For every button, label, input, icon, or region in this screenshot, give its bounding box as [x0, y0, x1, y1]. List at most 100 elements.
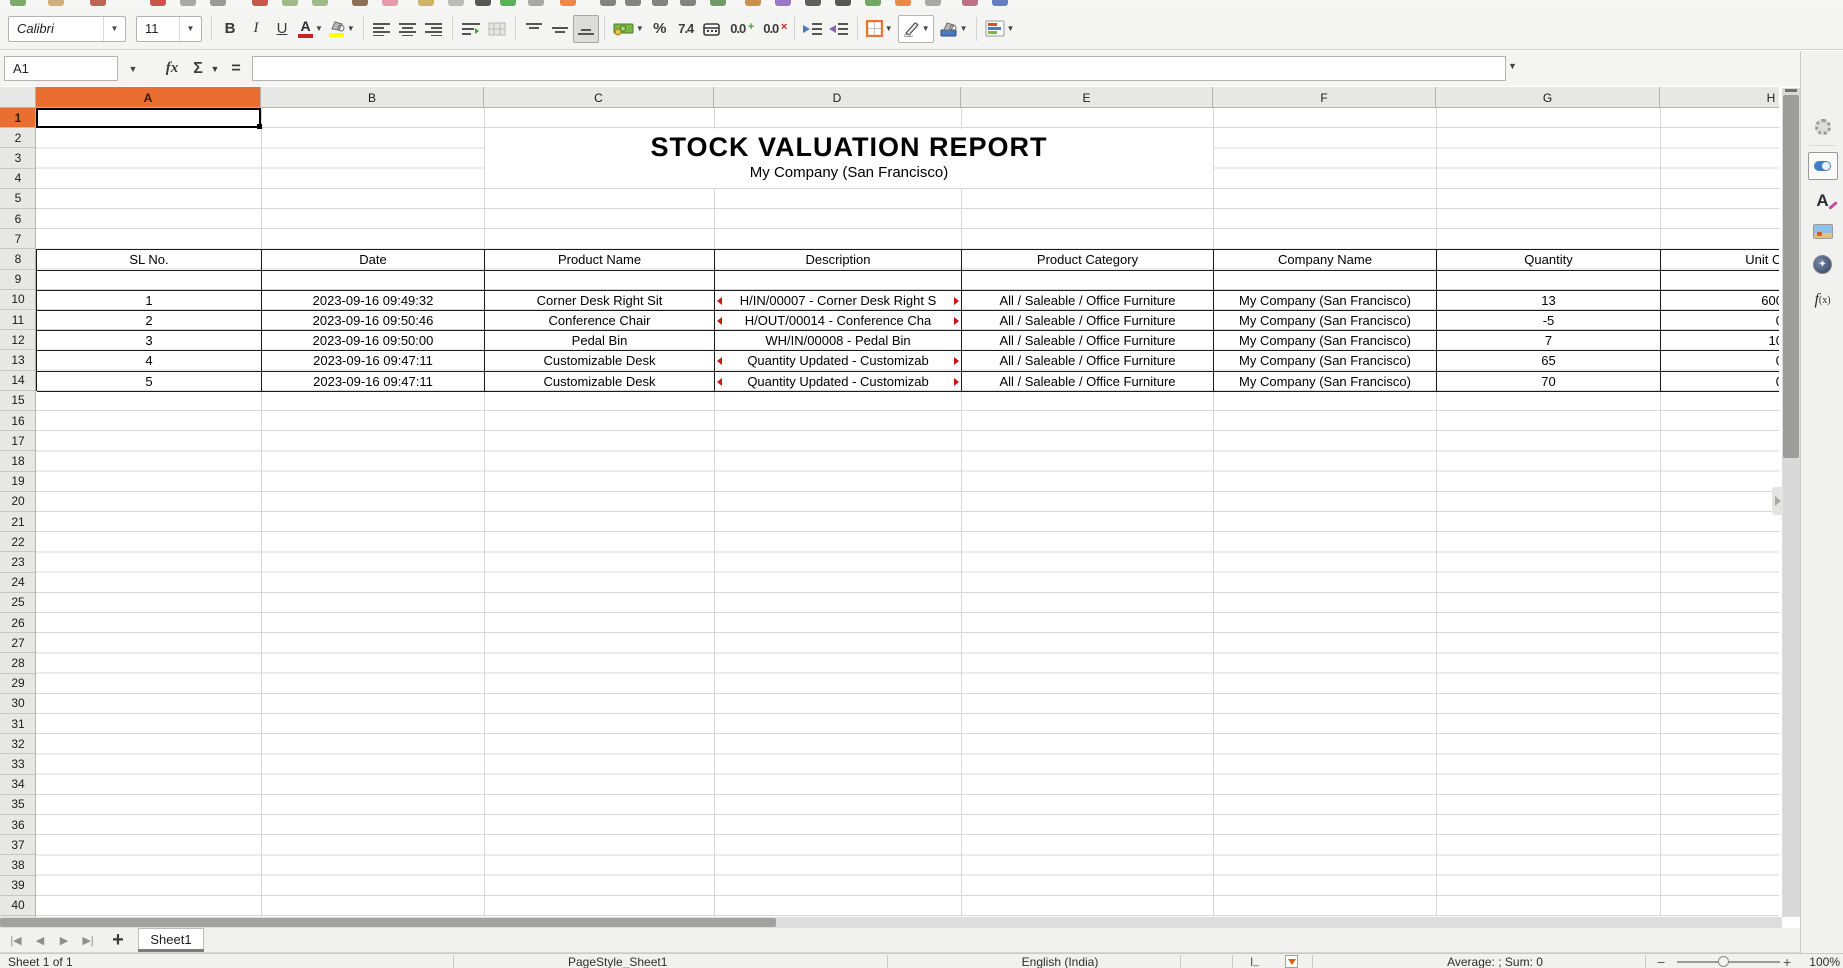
empty-cell[interactable]	[962, 271, 1214, 291]
table-data-cell[interactable]: 1	[37, 291, 262, 311]
table-header-cell[interactable]: Unit Cost	[1661, 250, 1779, 270]
zoom-level-status[interactable]: 100%	[1800, 954, 1840, 968]
table-data-cell[interactable]: Customizable Desk	[485, 351, 715, 371]
table-data-cell[interactable]: 4	[37, 351, 262, 371]
split-window-handle[interactable]	[1785, 89, 1797, 92]
format-number-button[interactable]: 7.4	[673, 15, 699, 43]
table-data-cell[interactable]: 600	[1661, 291, 1779, 311]
row-header-38[interactable]: 38	[0, 855, 36, 875]
table-data-cell[interactable]: My Company (San Francisco)	[1214, 331, 1437, 351]
table-data-cell[interactable]: 2023-09-16 09:49:32	[262, 291, 485, 311]
formula-input[interactable]	[252, 56, 1506, 81]
table-header-cell[interactable]: Description	[715, 250, 962, 270]
table-data-cell[interactable]: My Company (San Francisco)	[1214, 311, 1437, 331]
row-header-24[interactable]: 24	[0, 573, 36, 593]
table-data-cell[interactable]: Quantity Updated - Customizab	[715, 372, 962, 392]
font-color-button[interactable]: A ▼	[295, 15, 326, 43]
table-data-cell[interactable]: 0	[1661, 351, 1779, 371]
table-data-cell[interactable]: 7	[1437, 331, 1661, 351]
column-header-A[interactable]: A	[36, 87, 261, 108]
sidebar-collapse-handle[interactable]	[1772, 487, 1783, 515]
font-size-combo[interactable]: 11 ▼	[136, 16, 202, 42]
wrap-text-button[interactable]	[458, 15, 484, 43]
row-header-26[interactable]: 26	[0, 613, 36, 633]
highlight-dropdown-icon[interactable]: ▼	[347, 24, 355, 33]
delete-decimal-button[interactable]: 0.0×	[758, 15, 784, 43]
table-data-cell[interactable]: 10	[1661, 331, 1779, 351]
borders-dropdown-icon[interactable]: ▼	[885, 24, 893, 33]
font-size-dropdown-icon[interactable]: ▼	[179, 17, 201, 41]
row-header-5[interactable]: 5	[0, 189, 36, 209]
row-header-27[interactable]: 27	[0, 633, 36, 653]
function-wizard-button[interactable]: fx	[158, 56, 186, 81]
equals-button[interactable]: =	[226, 56, 246, 81]
format-currency-button[interactable]: ▼	[610, 15, 647, 43]
row-header-28[interactable]: 28	[0, 653, 36, 673]
table-data-cell[interactable]: Quantity Updated - Customizab	[715, 351, 962, 371]
table-data-cell[interactable]: All / Saleable / Office Furniture	[962, 351, 1214, 371]
table-data-cell[interactable]: H/OUT/00014 - Conference Cha	[715, 311, 962, 331]
name-box[interactable]: A1	[4, 56, 118, 81]
name-box-dropdown-icon[interactable]: ▼	[118, 56, 148, 81]
horizontal-scrollbar-thumb[interactable]	[0, 918, 776, 927]
row-header-23[interactable]: 23	[0, 552, 36, 572]
row-header-34[interactable]: 34	[0, 775, 36, 795]
sidebar-functions-button[interactable]: f(x)	[1801, 287, 1843, 313]
row-header-29[interactable]: 29	[0, 674, 36, 694]
row-header-36[interactable]: 36	[0, 815, 36, 835]
conditional-formatting-dropdown-icon[interactable]: ▼	[1007, 24, 1015, 33]
column-header-C[interactable]: C	[484, 87, 714, 108]
sheet-tab-sheet1[interactable]: Sheet1	[138, 928, 204, 950]
row-header-19[interactable]: 19	[0, 472, 36, 492]
row-header-35[interactable]: 35	[0, 795, 36, 815]
empty-cell[interactable]	[1661, 271, 1779, 291]
add-sheet-button[interactable]: +	[106, 928, 130, 952]
increase-indent-button[interactable]	[800, 15, 826, 43]
align-center-button[interactable]	[395, 15, 421, 43]
row-header-11[interactable]: 11	[0, 310, 36, 330]
sidebar-properties-button[interactable]	[1801, 151, 1843, 181]
horizontal-scrollbar[interactable]	[0, 917, 1782, 928]
table-header-cell[interactable]: Date	[262, 250, 485, 270]
sum-dropdown-icon[interactable]: ▼	[208, 56, 222, 81]
table-data-cell[interactable]: My Company (San Francisco)	[1214, 351, 1437, 371]
table-data-cell[interactable]: H/IN/00007 - Corner Desk Right S	[715, 291, 962, 311]
row-header-31[interactable]: 31	[0, 714, 36, 734]
column-header-E[interactable]: E	[961, 87, 1213, 108]
table-data-cell[interactable]: 2	[37, 311, 262, 331]
row-header-25[interactable]: 25	[0, 593, 36, 613]
table-data-cell[interactable]: 3	[37, 331, 262, 351]
sidebar-styles-button[interactable]: A	[1801, 189, 1843, 213]
next-sheet-button[interactable]: ▶	[54, 931, 74, 950]
vertical-scrollbar[interactable]	[1782, 88, 1800, 917]
row-header-10[interactable]: 10	[0, 290, 36, 310]
sidebar-settings-button[interactable]	[1801, 115, 1843, 139]
merge-cells-button[interactable]	[484, 15, 510, 43]
font-name-combo[interactable]: Calibri ▼	[8, 16, 126, 42]
table-data-cell[interactable]: 2023-09-16 09:50:46	[262, 311, 485, 331]
table-data-cell[interactable]: -5	[1437, 311, 1661, 331]
table-data-cell[interactable]: My Company (San Francisco)	[1214, 291, 1437, 311]
language-status[interactable]: English (India)	[940, 954, 1180, 968]
empty-cell[interactable]	[715, 271, 962, 291]
border-style-dropdown-icon[interactable]: ▼	[922, 24, 930, 33]
table-data-cell[interactable]: WH/IN/00008 - Pedal Bin	[715, 331, 962, 351]
row-header-14[interactable]: 14	[0, 371, 36, 391]
row-header-39[interactable]: 39	[0, 876, 36, 896]
empty-cell[interactable]	[37, 271, 262, 291]
table-data-cell[interactable]: All / Saleable / Office Furniture	[962, 291, 1214, 311]
table-data-cell[interactable]: Corner Desk Right Sit	[485, 291, 715, 311]
vertical-scrollbar-thumb[interactable]	[1783, 95, 1799, 458]
column-header-D[interactable]: D	[714, 87, 961, 108]
insert-mode-status[interactable]: I_	[1250, 954, 1259, 968]
row-header-3[interactable]: 3	[0, 148, 36, 168]
row-header-40[interactable]: 40	[0, 896, 36, 916]
table-data-cell[interactable]: 0	[1661, 372, 1779, 392]
table-data-cell[interactable]: My Company (San Francisco)	[1214, 372, 1437, 392]
last-sheet-button[interactable]: ▶|	[78, 931, 98, 950]
empty-cell[interactable]	[262, 271, 485, 291]
row-header-7[interactable]: 7	[0, 229, 36, 249]
row-header-22[interactable]: 22	[0, 532, 36, 552]
row-header-20[interactable]: 20	[0, 492, 36, 512]
select-all-corner[interactable]	[0, 87, 36, 108]
